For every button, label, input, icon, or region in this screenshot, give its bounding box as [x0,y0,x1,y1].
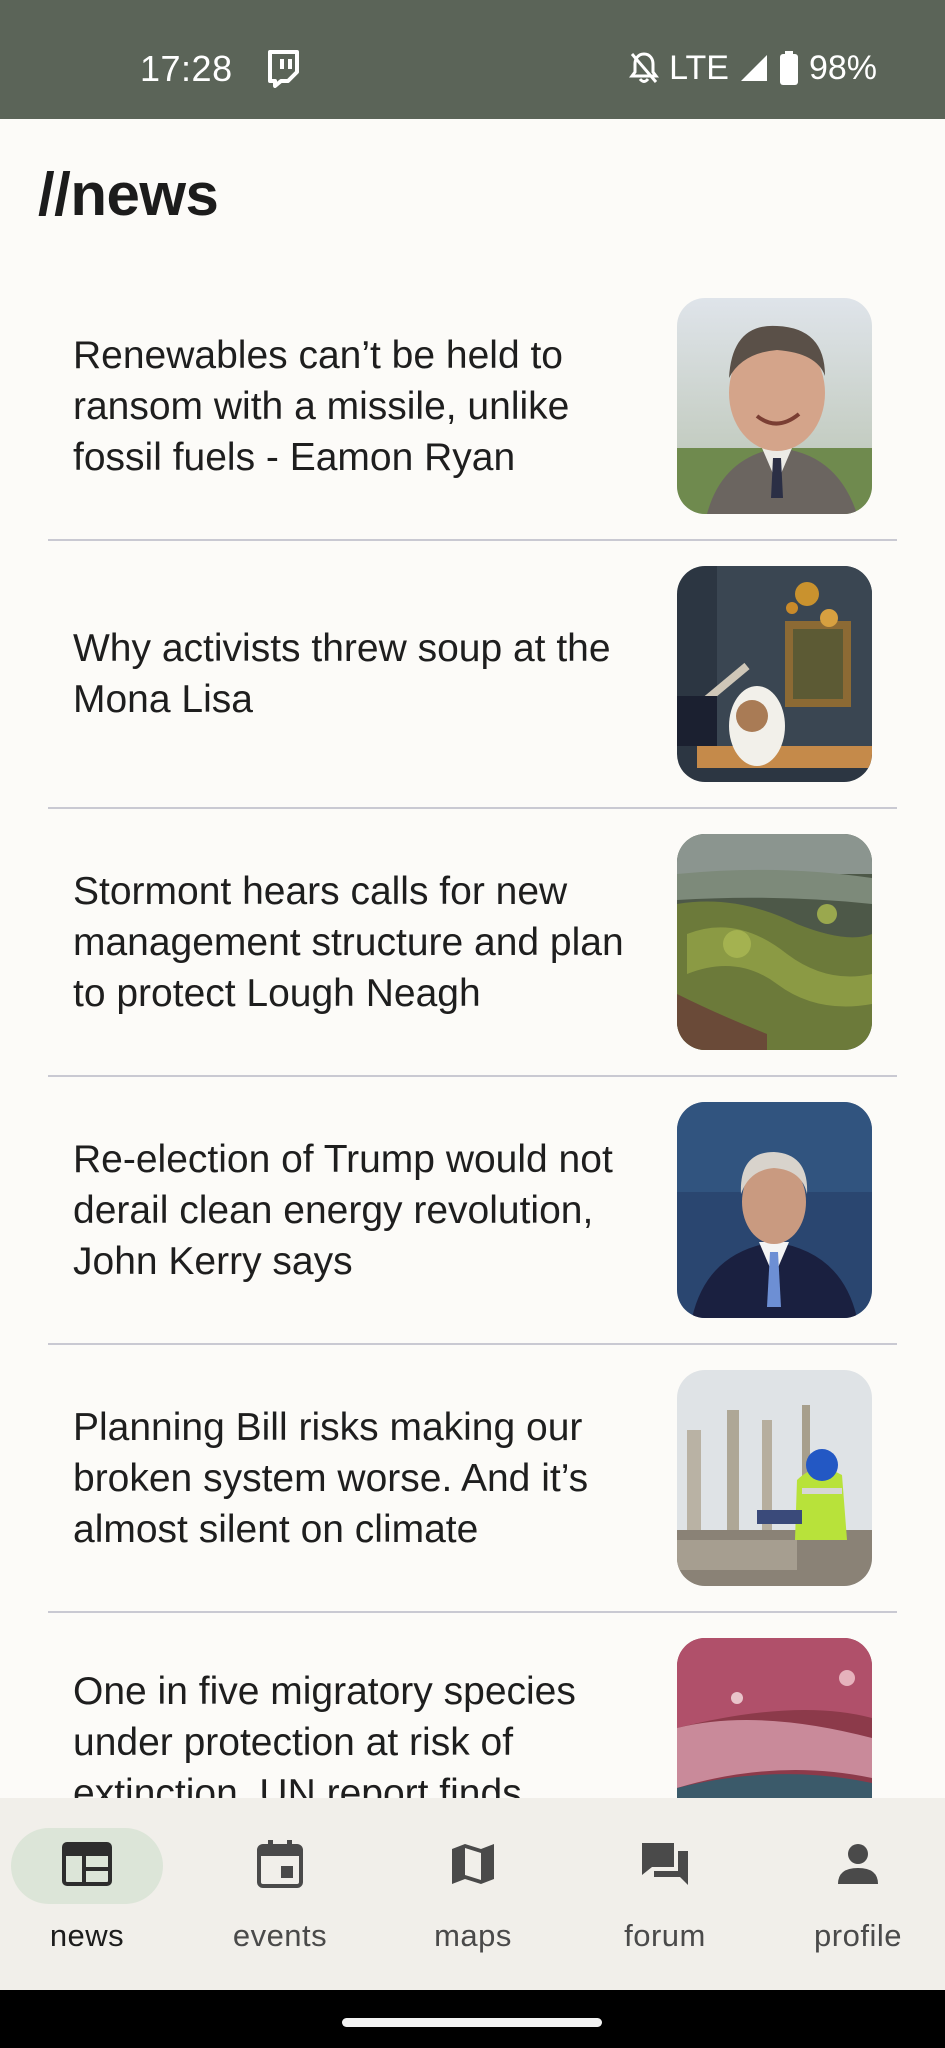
divider [48,1075,897,1077]
divider [48,1343,897,1345]
divider [48,539,897,541]
article-title: Stormont hears calls for new management … [73,869,624,1015]
article-title: Why activists threw soup at the Mona Lis… [73,627,611,721]
status-icons: LTE 98% [629,46,877,90]
nav-active-indicator [11,1828,163,1904]
status-time: 17:28 [140,48,233,89]
nav-item-events[interactable]: events [195,1828,365,1978]
article-title: Re-election of Trump would not derail cl… [73,1137,613,1283]
signal-icon [739,53,769,83]
article-thumbnail [677,1102,872,1318]
bell-off-icon [629,51,660,85]
newspaper-icon [62,1841,112,1891]
article-thumbnail [677,566,872,782]
nav-label: profile [814,1918,902,1953]
nav-icon-container [397,1828,549,1904]
bottom-navigation: news events maps forum profile [0,1798,945,1990]
nav-label: events [232,1918,328,1953]
nav-label: news [49,1918,125,1953]
calendar-icon [257,1839,303,1893]
gesture-handle[interactable] [342,2018,602,2027]
nav-icon-container [589,1828,741,1904]
network-label: LTE [669,48,729,87]
article-card[interactable]: Stormont hears calls for new management … [0,834,945,1102]
article-thumbnail [677,1638,872,1798]
battery-icon [779,51,799,85]
divider [48,807,897,809]
article-card[interactable]: Renewables can’t be held to ransom with … [0,298,945,566]
article-thumbnail [677,1370,872,1586]
news-feed[interactable]: Renewables can’t be held to ransom with … [0,298,945,1798]
article-card[interactable]: Why activists threw soup at the Mona Lis… [0,566,945,834]
nav-item-maps[interactable]: maps [388,1828,558,1978]
nav-icon-container [204,1828,356,1904]
forum-icon [640,1841,690,1892]
map-icon [450,1841,496,1892]
nav-item-forum[interactable]: forum [580,1828,750,1978]
nav-label: forum [624,1918,706,1953]
nav-item-news[interactable]: news [2,1828,172,1978]
article-title: One in five migratory species under prot… [73,1670,576,1798]
article-title: Renewables can’t be held to ransom with … [73,333,570,479]
article-thumbnail [677,298,872,514]
article-card[interactable]: Re-election of Trump would not derail cl… [0,1102,945,1370]
article-thumbnail [677,834,872,1050]
nav-item-profile[interactable]: profile [773,1828,943,1978]
nav-label: maps [434,1918,512,1953]
divider [48,1611,897,1613]
nav-icon-container [782,1828,934,1904]
status-bar: 17:28 LTE 98% [0,0,945,119]
article-card[interactable]: One in five migratory species under prot… [0,1638,945,1798]
person-icon [836,1842,880,1891]
twitch-icon [266,50,300,88]
page-title: //news [38,161,219,228]
battery-level: 98% [808,48,877,87]
article-card[interactable]: Planning Bill risks making our broken sy… [0,1370,945,1638]
article-title: Planning Bill risks making our broken sy… [73,1405,589,1551]
